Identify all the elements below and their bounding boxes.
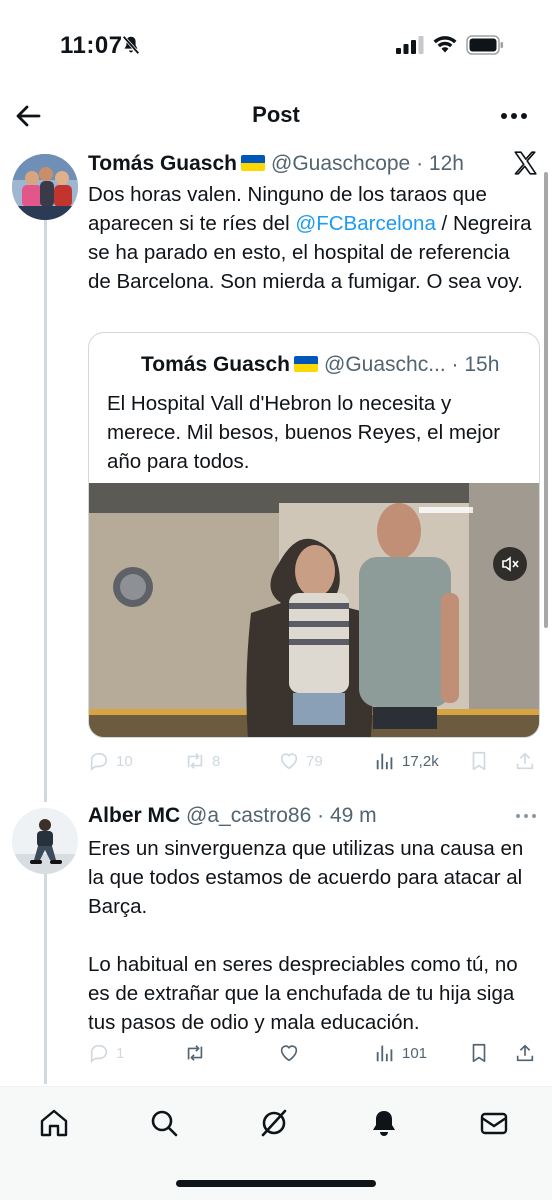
author-handle[interactable]: @Guaschcope (271, 152, 410, 175)
reply-icon (90, 1044, 108, 1063)
tweet-header: Tomás Guasch @Guaschcope · 12h (88, 152, 464, 175)
header: Post (0, 86, 552, 146)
reply-author-name[interactable]: Alber MC (88, 804, 180, 827)
tweet-text: Dos horas valen. Ninguno de los taraos q… (88, 183, 532, 293)
bookmark-icon (472, 751, 486, 771)
avatar[interactable] (12, 154, 78, 220)
signal-icon (396, 36, 424, 54)
video-thumbnail[interactable] (89, 483, 540, 738)
repost-button[interactable]: 8 (184, 746, 220, 776)
mention-link[interactable]: @FCBarcelona (295, 212, 435, 235)
ukraine-flag-icon (241, 155, 265, 171)
like-button[interactable]: 79 (278, 746, 323, 776)
share-button[interactable] (514, 746, 536, 776)
quote-header: Tomás Guasch @Guaschc... · 15h (141, 353, 500, 376)
tweet-time[interactable]: 12h (429, 152, 464, 175)
grok-icon (261, 1109, 287, 1137)
reply-count: 10 (116, 752, 133, 770)
bookmark-button[interactable] (468, 746, 490, 776)
views-icon (376, 1045, 393, 1062)
nav-search[interactable] (146, 1105, 182, 1141)
mute-button[interactable] (493, 547, 527, 581)
quote-tweet-card[interactable]: Tomás Guasch @Guaschc... · 15h El Hospita… (88, 332, 540, 738)
nav-notifications[interactable] (366, 1105, 402, 1141)
repost-icon (187, 1045, 203, 1061)
like-button[interactable] (278, 1038, 300, 1068)
author-name[interactable]: Tomás Guasch (88, 152, 237, 175)
like-count: 79 (306, 752, 323, 770)
nav-messages[interactable] (476, 1105, 512, 1141)
thread-line (44, 220, 47, 802)
views-count: 101 (402, 1044, 428, 1062)
share-icon (516, 752, 534, 770)
mute-icon (502, 556, 519, 572)
bookmark-icon (472, 1043, 486, 1063)
quote-time: 15h (464, 353, 500, 376)
reply-button[interactable]: 1 (88, 1038, 124, 1068)
nav-home[interactable] (36, 1105, 72, 1141)
nav-grok[interactable] (256, 1105, 292, 1141)
reply-button[interactable]: 10 (88, 746, 133, 776)
battery-icon (466, 35, 503, 55)
bookmark-button[interactable] (468, 1038, 490, 1068)
notifications-icon (373, 1111, 395, 1136)
reply-header: Alber MC @a_castro86 · 49 m (88, 804, 377, 827)
share-button[interactable] (514, 1038, 536, 1068)
wifi-icon (433, 36, 457, 53)
bell-off-icon (122, 35, 140, 55)
reply-text: Eres un sinverguenza que utilizas una ca… (88, 834, 538, 1037)
more-icon (501, 113, 527, 119)
reply-author-handle[interactable]: @a_castro86 (186, 804, 311, 827)
messages-icon (480, 1112, 508, 1135)
reply-icon (90, 752, 108, 771)
home-indicator[interactable] (176, 1180, 376, 1187)
tweet-actions: 10 8 79 17,2k (88, 746, 540, 776)
quote-text: El Hospital Vall d'Hebron lo necesita y … (107, 392, 501, 473)
reply-paragraph: Eres un sinverguenza que utilizas una ca… (88, 837, 524, 918)
views-icon (376, 753, 393, 770)
more-icon[interactable] (514, 808, 538, 824)
views-button[interactable]: 17,2k (374, 746, 439, 776)
reply-actions: 1 101 (88, 1038, 540, 1068)
avatar[interactable] (12, 808, 78, 874)
views-count: 17,2k (402, 752, 439, 770)
reply-time[interactable]: 49 m (330, 804, 377, 827)
like-icon (280, 1045, 298, 1062)
scrollbar[interactable] (544, 172, 548, 628)
quote-author-handle: @Guaschc... (324, 353, 446, 376)
search-icon (151, 1110, 178, 1137)
share-icon (516, 1044, 534, 1062)
reply-paragraph: Lo habitual en seres despreciables como … (88, 953, 518, 1034)
status-time: 11:07 (60, 32, 123, 59)
like-icon (280, 753, 298, 770)
x-logo-icon (514, 151, 537, 175)
views-button[interactable]: 101 (374, 1038, 427, 1068)
repost-icon (187, 753, 203, 769)
thread-line (44, 874, 47, 1084)
ukraine-flag-icon (294, 356, 318, 372)
page-title: Post (252, 102, 300, 127)
more-options-button[interactable] (498, 104, 530, 128)
quote-author-name: Tomás Guasch (141, 353, 290, 376)
status-bar: 11:07 (0, 0, 552, 80)
repost-button[interactable] (184, 1038, 206, 1068)
home-icon (40, 1109, 68, 1137)
reply-count: 1 (116, 1044, 125, 1062)
repost-count: 8 (212, 752, 221, 770)
